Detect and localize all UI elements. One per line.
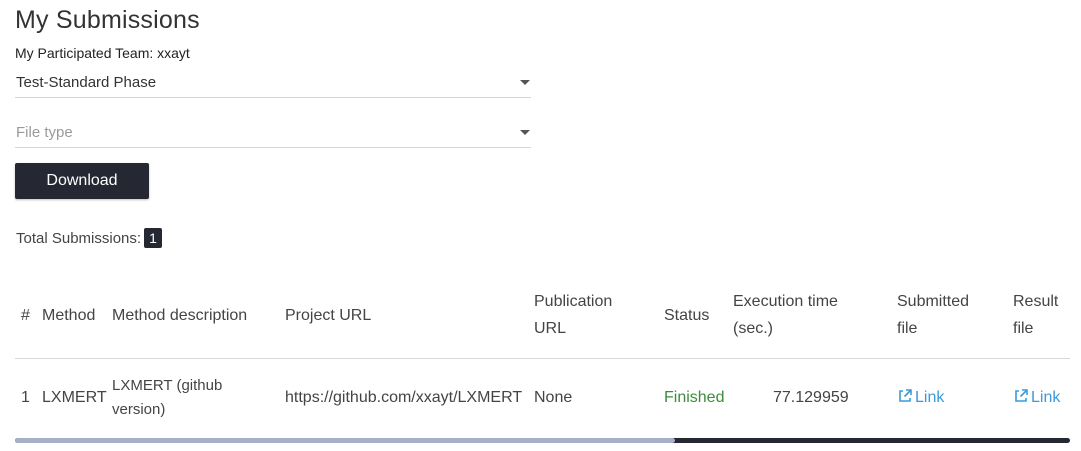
- chevron-down-icon: [520, 130, 530, 135]
- total-submissions-count-badge: 1: [144, 228, 162, 248]
- file-type-placeholder: File type: [16, 124, 73, 141]
- column-header-result-file-line2: file: [1013, 320, 1034, 337]
- result-file-link-anchor[interactable]: Link: [1013, 389, 1060, 406]
- status-badge: Finished: [664, 389, 725, 406]
- submissions-page: My Submissions My Participated Team: xxa…: [0, 0, 1081, 451]
- result-file-link[interactable]: Link: [1013, 384, 1060, 411]
- total-submissions: Total Submissions: 1: [16, 228, 162, 248]
- cell-project-url: https://github.com/xxayt/LXMERT: [285, 389, 523, 406]
- cell-index: 1: [21, 389, 30, 406]
- external-link-icon: [1015, 389, 1028, 402]
- column-header-result-file-line1: Result: [1013, 293, 1059, 310]
- column-header-publication-url-line1: Publication: [534, 293, 613, 310]
- submitted-file-link-label: Link: [915, 389, 945, 406]
- column-header-result-file: Result file: [1013, 288, 1058, 342]
- page-title: My Submissions: [15, 6, 200, 34]
- column-header-publication-url: Publication URL: [534, 288, 612, 342]
- chevron-down-icon: [520, 80, 530, 85]
- cell-publication-url: None: [534, 389, 573, 406]
- table-header-divider: [15, 358, 1070, 359]
- cell-method-description: LXMERT (github version): [112, 374, 222, 422]
- column-header-method-description: Method description: [112, 307, 248, 324]
- column-header-submitted-file: Submitted file: [897, 288, 969, 342]
- result-file-link-label: Link: [1031, 389, 1061, 406]
- phase-select-value: Test-Standard Phase: [16, 74, 157, 91]
- column-header-status: Status: [664, 307, 710, 324]
- column-header-execution-time: Execution time (sec.): [733, 288, 838, 342]
- file-type-select[interactable]: File type: [15, 118, 531, 148]
- submissions-table: # Method Method description Project URL …: [15, 276, 1070, 436]
- column-header-method: Method: [42, 307, 96, 324]
- column-header-publication-url-line2: URL: [534, 320, 567, 337]
- column-header-execution-time-line1: Execution time: [733, 293, 838, 310]
- external-link-icon: [899, 389, 912, 402]
- column-header-project-url: Project URL: [285, 307, 372, 324]
- cell-method-description-line1: LXMERT (github: [112, 377, 223, 394]
- submitted-file-link-anchor[interactable]: Link: [897, 389, 944, 406]
- cell-method: LXMERT: [42, 389, 107, 406]
- column-header-execution-time-line2: (sec.): [733, 320, 773, 337]
- column-header-index: #: [21, 307, 30, 324]
- cell-execution-time: 77.129959: [773, 389, 849, 406]
- cell-method-description-line2: version): [112, 401, 166, 418]
- horizontal-scrollbar-thumb[interactable]: [15, 438, 675, 443]
- phase-select[interactable]: Test-Standard Phase: [15, 68, 531, 98]
- download-button[interactable]: Download: [15, 163, 149, 199]
- participated-team-label: My Participated Team: xxayt: [15, 45, 190, 61]
- total-submissions-label: Total Submissions:: [16, 230, 142, 247]
- submitted-file-link[interactable]: Link: [897, 384, 944, 411]
- column-header-submitted-file-line2: file: [897, 320, 918, 337]
- column-header-submitted-file-line1: Submitted: [897, 293, 970, 310]
